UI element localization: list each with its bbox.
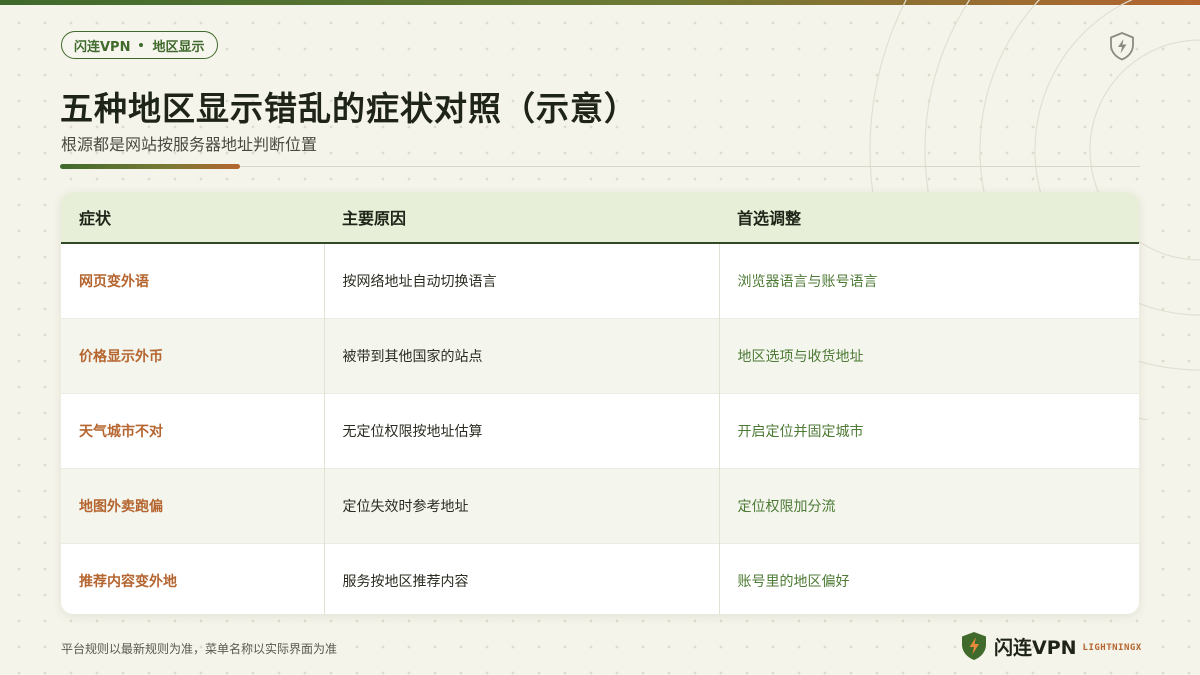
symptom-table-card: 症状 主要原因 首选调整 网页变外语 按网络地址自动切换语言 浏览器语言与账号语… (61, 192, 1139, 614)
header-cause: 主要原因 (324, 192, 719, 244)
tag-separator-dot (139, 43, 144, 47)
table-row: 推荐内容变外地 服务按地区推荐内容 账号里的地区偏好 (61, 543, 1139, 614)
cause-cell: 无定位权限按地址估算 (323, 393, 719, 469)
brand-logo: 闪连VPN LIGHTNINGX (960, 631, 1142, 661)
table-row: 价格显示外币 被带到其他国家的站点 地区选项与收货地址 (61, 318, 1139, 394)
topic-tag: 闪连VPN 地区显示 (61, 31, 218, 59)
top-accent-bar (0, 0, 1200, 5)
page-title: 五种地区显示错乱的症状对照（示意） (60, 89, 638, 128)
fix-cell: 开启定位并固定城市 (718, 393, 1139, 469)
page-subtitle: 根源都是网站按服务器地址判断位置 (61, 135, 318, 154)
table-header-row: 症状 主要原因 首选调整 (61, 192, 1139, 244)
tag-brand: 闪连VPN (74, 39, 131, 55)
table-row: 地图外卖跑偏 定位失效时参考地址 定位权限加分流 (61, 468, 1139, 544)
fix-cell: 账号里的地区偏好 (718, 543, 1139, 614)
title-divider-accent (60, 164, 240, 169)
symptom-cell: 网页变外语 (79, 274, 149, 290)
brand-name: 闪连VPN (994, 636, 1077, 659)
tag-topic: 地区显示 (152, 39, 205, 55)
cause-cell: 被带到其他国家的站点 (323, 318, 719, 394)
table-row: 网页变外语 按网络地址自动切换语言 浏览器语言与账号语言 (61, 243, 1139, 319)
header-fix: 首选调整 (719, 192, 1139, 244)
symptom-cell: 推荐内容变外地 (61, 543, 324, 614)
fix-cell: 定位权限加分流 (718, 468, 1139, 544)
cause-cell: 服务按地区推荐内容 (323, 543, 719, 614)
symptom-table: 症状 主要原因 首选调整 网页变外语 按网络地址自动切换语言 浏览器语言与账号语… (61, 192, 1139, 614)
header-symptom: 症状 (61, 192, 324, 244)
table-row: 天气城市不对 无定位权限按地址估算 开启定位并固定城市 (61, 393, 1139, 469)
brand-subname: LIGHTNINGX (1082, 643, 1142, 653)
shield-lightning-logo-icon (962, 632, 986, 660)
fix-cell: 地区选项与收货地址 (718, 318, 1139, 394)
cause-cell: 按网络地址自动切换语言 (323, 243, 719, 319)
shield-lightning-icon (1110, 32, 1134, 61)
symptom-cell: 地图外卖跑偏 (61, 468, 324, 544)
footer-note: 平台规则以最新规则为准，菜单名称以实际界面为准 (61, 642, 338, 656)
fix-cell: 浏览器语言与账号语言 (718, 243, 1139, 319)
symptom-cell: 价格显示外币 (61, 318, 324, 394)
cause-cell: 定位失效时参考地址 (323, 468, 719, 544)
symptom-cell: 天气城市不对 (61, 393, 324, 469)
